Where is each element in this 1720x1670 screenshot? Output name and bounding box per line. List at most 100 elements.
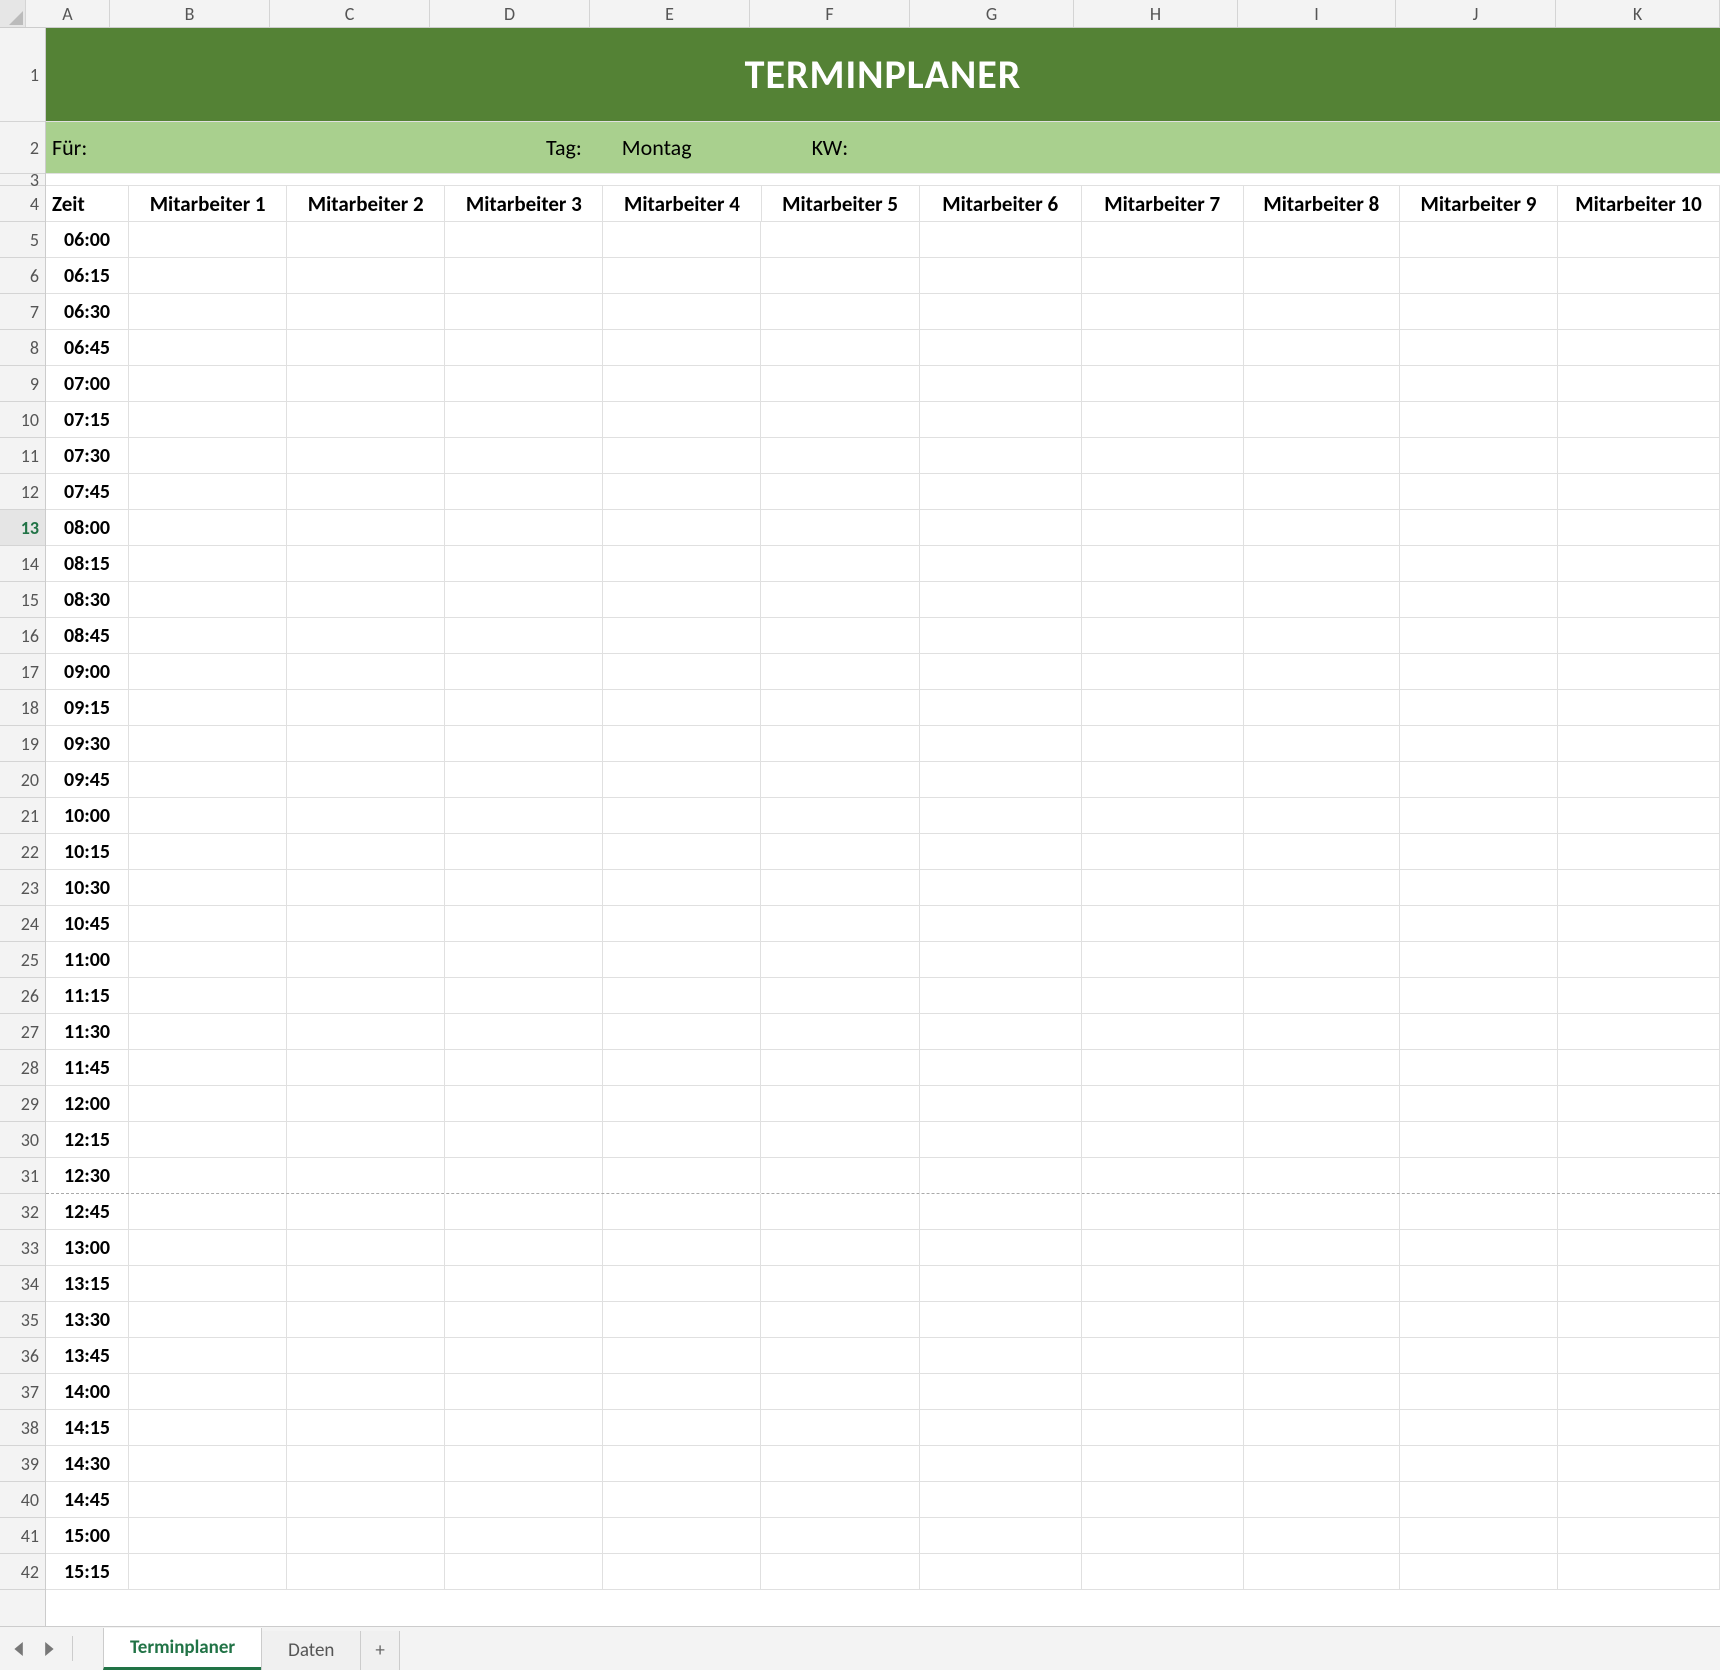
data-cell[interactable] <box>129 330 287 365</box>
data-cell[interactable] <box>1558 294 1720 329</box>
data-cell[interactable] <box>1082 1554 1244 1589</box>
data-cell[interactable] <box>603 438 761 473</box>
data-cell[interactable] <box>287 1014 445 1049</box>
data-cell[interactable] <box>287 978 445 1013</box>
data-cell[interactable] <box>1082 366 1244 401</box>
data-cell[interactable] <box>1400 474 1558 509</box>
data-cell[interactable] <box>1400 1302 1558 1337</box>
time-cell[interactable]: 12:30 <box>46 1158 129 1193</box>
data-cell[interactable] <box>1244 1050 1400 1085</box>
data-cell[interactable] <box>761 762 919 797</box>
data-cell[interactable] <box>920 1302 1082 1337</box>
column-header-K[interactable]: K <box>1556 0 1720 27</box>
data-cell[interactable] <box>445 798 603 833</box>
data-cell[interactable] <box>1082 510 1244 545</box>
data-cell[interactable] <box>761 1302 919 1337</box>
data-cell[interactable] <box>1082 618 1244 653</box>
data-cell[interactable] <box>1558 546 1720 581</box>
data-cell[interactable] <box>761 798 919 833</box>
data-cell[interactable] <box>1400 1554 1558 1589</box>
row-header-32[interactable]: 32 <box>0 1194 45 1230</box>
data-cell[interactable] <box>1400 762 1558 797</box>
data-cell[interactable] <box>1244 978 1400 1013</box>
data-cell[interactable] <box>920 294 1082 329</box>
data-cell[interactable] <box>1082 258 1244 293</box>
data-cell[interactable] <box>761 1122 919 1157</box>
row-header-29[interactable]: 29 <box>0 1086 45 1122</box>
data-cell[interactable] <box>445 402 603 437</box>
data-cell[interactable] <box>1244 1518 1400 1553</box>
data-cell[interactable] <box>445 258 603 293</box>
data-cell[interactable] <box>1400 330 1558 365</box>
data-cell[interactable] <box>129 906 287 941</box>
data-cell[interactable] <box>603 1518 761 1553</box>
time-cell[interactable]: 13:30 <box>46 1302 129 1337</box>
data-cell[interactable] <box>1082 546 1244 581</box>
data-cell[interactable] <box>603 1338 761 1373</box>
data-cell[interactable] <box>445 1014 603 1049</box>
data-cell[interactable] <box>603 1230 761 1265</box>
data-cell[interactable] <box>1558 1518 1720 1553</box>
data-cell[interactable] <box>287 1158 445 1193</box>
time-cell[interactable]: 07:30 <box>46 438 129 473</box>
data-cell[interactable] <box>1244 798 1400 833</box>
data-cell[interactable] <box>1082 582 1244 617</box>
data-cell[interactable] <box>1082 294 1244 329</box>
data-cell[interactable] <box>445 1050 603 1085</box>
time-cell[interactable]: 11:15 <box>46 978 129 1013</box>
data-cell[interactable] <box>920 618 1082 653</box>
data-cell[interactable] <box>603 762 761 797</box>
header-cell-9[interactable]: Mitarbeiter 9 <box>1400 186 1558 221</box>
time-cell[interactable]: 12:15 <box>46 1122 129 1157</box>
data-cell[interactable] <box>1400 726 1558 761</box>
data-cell[interactable] <box>1244 1014 1400 1049</box>
header-cell-0[interactable]: Zeit <box>46 186 129 221</box>
data-cell[interactable] <box>1400 1338 1558 1373</box>
data-cell[interactable] <box>1558 222 1720 257</box>
data-cell[interactable] <box>287 906 445 941</box>
data-cell[interactable] <box>1082 1050 1244 1085</box>
data-cell[interactable] <box>1558 726 1720 761</box>
data-cell[interactable] <box>1400 258 1558 293</box>
data-cell[interactable] <box>445 1158 603 1193</box>
data-cell[interactable] <box>920 1410 1082 1445</box>
data-cell[interactable] <box>129 474 287 509</box>
row-header-18[interactable]: 18 <box>0 690 45 726</box>
data-cell[interactable] <box>129 978 287 1013</box>
data-cell[interactable] <box>1244 1194 1400 1229</box>
data-cell[interactable] <box>129 690 287 725</box>
data-cell[interactable] <box>761 1446 919 1481</box>
data-cell[interactable] <box>129 942 287 977</box>
data-cell[interactable] <box>1244 726 1400 761</box>
data-cell[interactable] <box>761 1086 919 1121</box>
data-cell[interactable] <box>445 1086 603 1121</box>
data-cell[interactable] <box>129 222 287 257</box>
data-cell[interactable] <box>287 366 445 401</box>
data-cell[interactable] <box>603 1014 761 1049</box>
data-cell[interactable] <box>129 618 287 653</box>
data-cell[interactable] <box>1082 1014 1244 1049</box>
data-cell[interactable] <box>129 798 287 833</box>
data-cell[interactable] <box>1558 1230 1720 1265</box>
data-cell[interactable] <box>761 1230 919 1265</box>
data-cell[interactable] <box>920 834 1082 869</box>
data-cell[interactable] <box>920 438 1082 473</box>
data-cell[interactable] <box>445 1482 603 1517</box>
data-cell[interactable] <box>287 1374 445 1409</box>
data-cell[interactable] <box>603 834 761 869</box>
select-all-corner[interactable] <box>0 0 26 27</box>
data-cell[interactable] <box>1558 1482 1720 1517</box>
data-cell[interactable] <box>1400 510 1558 545</box>
data-cell[interactable] <box>1082 978 1244 1013</box>
row-header-15[interactable]: 15 <box>0 582 45 618</box>
data-cell[interactable] <box>445 834 603 869</box>
data-cell[interactable] <box>761 510 919 545</box>
data-cell[interactable] <box>920 870 1082 905</box>
data-cell[interactable] <box>1244 834 1400 869</box>
data-cell[interactable] <box>1400 870 1558 905</box>
time-cell[interactable]: 06:30 <box>46 294 129 329</box>
data-cell[interactable] <box>1400 1194 1558 1229</box>
data-cell[interactable] <box>761 294 919 329</box>
data-cell[interactable] <box>1082 1374 1244 1409</box>
row-header-22[interactable]: 22 <box>0 834 45 870</box>
